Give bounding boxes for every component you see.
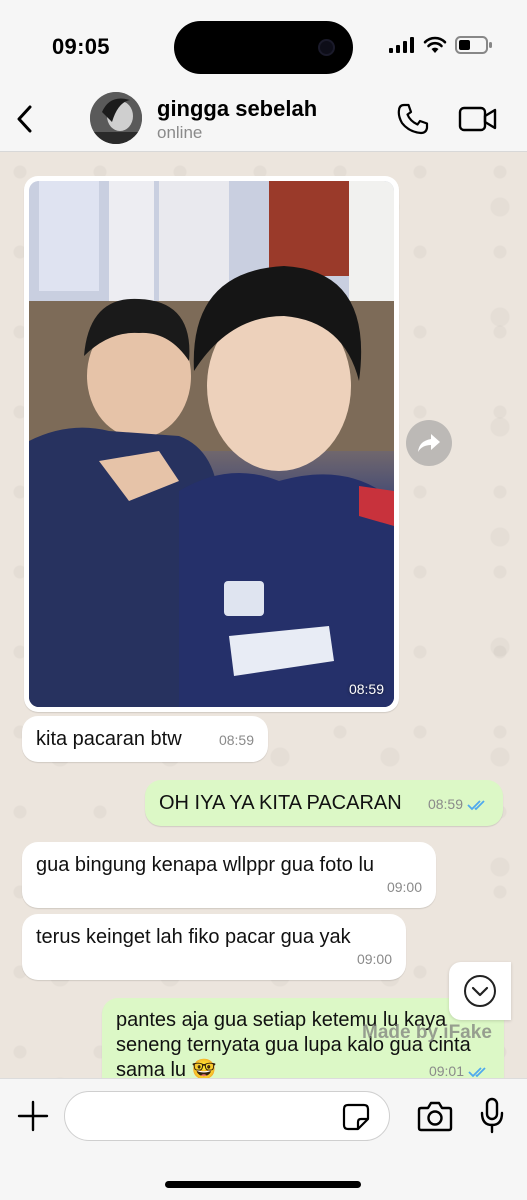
back-button[interactable] [10, 102, 38, 136]
forward-button[interactable] [406, 420, 452, 466]
photo-illustration [29, 181, 394, 707]
camera-icon [417, 1101, 453, 1132]
chevron-left-icon [17, 105, 32, 133]
message-photo[interactable]: 08:59 [29, 181, 394, 707]
message-meta: 08:59 [219, 728, 254, 753]
message-time: 09:01 [428, 1063, 464, 1078]
photo-timestamp: 08:59 [348, 681, 384, 697]
message-text: terus keinget lah fiko pacar gua yak [36, 926, 351, 948]
home-indicator [165, 1181, 361, 1188]
message-incoming[interactable]: gua bingung kenapa wllppr gua foto lu 09… [22, 842, 436, 908]
message-text: kita pacaran btw [36, 728, 182, 750]
status-icons [389, 36, 493, 54]
message-meta: 08:59 [428, 792, 489, 817]
sticker-button[interactable] [342, 1103, 370, 1131]
attach-button[interactable] [16, 1099, 50, 1133]
message-incoming[interactable]: terus keinget lah fiko pacar gua yak 09:… [22, 914, 406, 980]
contact-status: online [157, 123, 203, 142]
chat-header: gingga sebelah online [0, 90, 527, 152]
avatar-photo [90, 92, 142, 144]
message-time: 09:00 [356, 951, 392, 967]
message-time: 09:00 [386, 879, 422, 895]
video-call-button[interactable] [458, 104, 498, 134]
message-incoming[interactable]: kita pacaran btw 08:59 [22, 716, 268, 762]
battery-icon [455, 36, 492, 54]
message-outgoing[interactable]: OH IYA YA KITA PACARAN 08:59 [145, 780, 503, 826]
forward-icon [418, 434, 440, 452]
chevron-down-circle-icon [464, 975, 496, 1007]
composer-bar [0, 1078, 527, 1200]
scroll-to-bottom-button[interactable] [449, 962, 511, 1020]
double-check-icon [467, 799, 485, 810]
message-meta: 09:01 [429, 1059, 490, 1078]
watermark: Made by iFake [362, 1022, 492, 1043]
camera-button[interactable] [417, 1099, 453, 1133]
message-time: 08:59 [218, 732, 254, 748]
video-camera-icon [458, 106, 497, 132]
wifi-icon [423, 36, 447, 53]
message-text: OH IYA YA KITA PACARAN [159, 792, 402, 814]
phone-icon [397, 103, 429, 135]
dynamic-island [174, 21, 353, 74]
voice-call-button[interactable] [396, 102, 430, 136]
double-check-icon [468, 1066, 486, 1077]
message-meta: 09:00 [387, 875, 422, 900]
contact-name[interactable]: gingga sebelah [157, 96, 317, 122]
status-bar: 09:05 [0, 0, 527, 90]
message-meta: 09:00 [357, 947, 392, 972]
plus-icon [17, 1100, 49, 1132]
message-text: gua bingung kenapa wllppr gua foto lu [36, 854, 375, 876]
microphone-button[interactable] [479, 1097, 505, 1135]
sticker-icon [342, 1103, 370, 1131]
photo-message[interactable]: 08:59 [24, 176, 399, 712]
microphone-icon [480, 1097, 504, 1134]
chat-area[interactable]: 08:59 kita pacaran btw 08:59 OH IYA YA K… [0, 152, 527, 1078]
front-camera [318, 39, 335, 56]
message-time: 08:59 [427, 796, 463, 812]
signal-icon [389, 37, 414, 53]
status-time: 09:05 [52, 34, 110, 59]
contact-avatar[interactable] [90, 92, 142, 144]
